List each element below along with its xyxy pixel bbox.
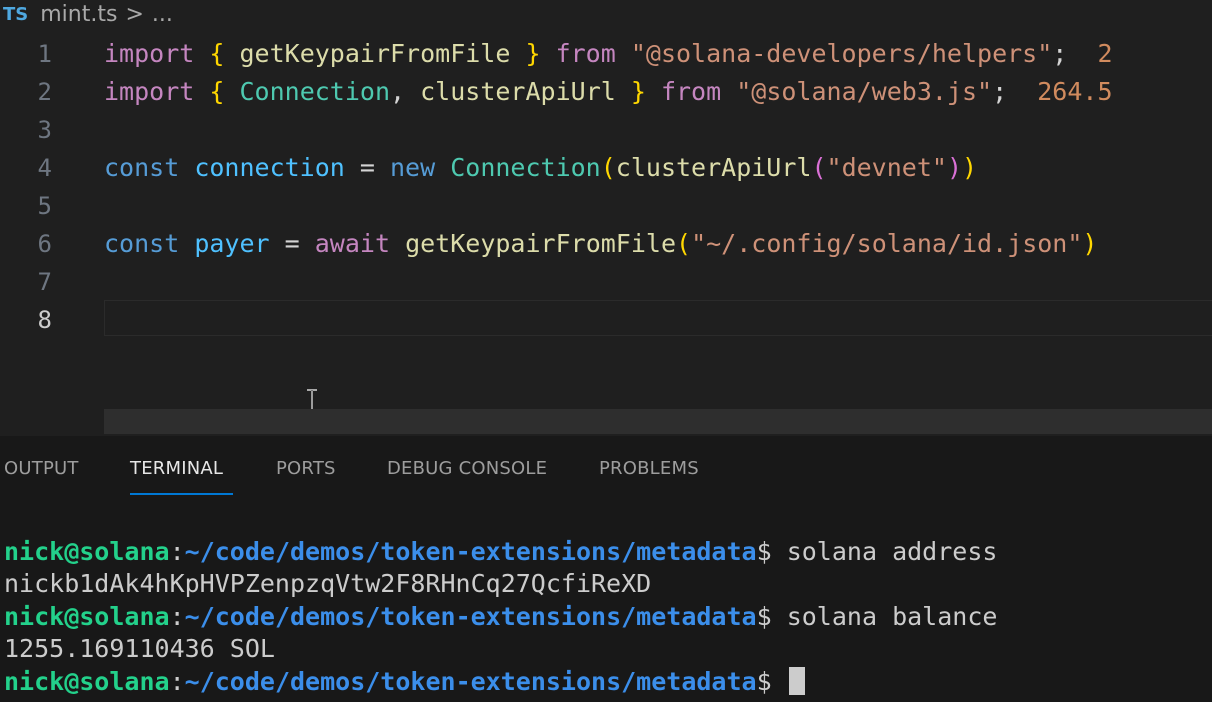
panel-tabs: OUTPUT TERMINAL PORTS DEBUG CONSOLE PROB…: [0, 436, 1212, 496]
terminal-command: solana address: [771, 537, 998, 566]
terminal-output-line: 1255.169110436 SOL: [4, 634, 275, 664]
code-token: "@solana/web3.js": [736, 77, 993, 106]
terminal-output[interactable]: nick@solana:~/code/demos/token-extension…: [4, 536, 997, 698]
code-token: new: [390, 153, 436, 182]
code-token: getKeypairFromFile: [405, 229, 677, 258]
code-token: ;: [1052, 39, 1068, 68]
line-number: 7: [37, 268, 52, 296]
code-token: {: [209, 39, 225, 68]
code-token: }: [525, 39, 541, 68]
code-token: =: [269, 229, 315, 258]
code-line[interactable]: 4 const connection = new Connection(clust…: [0, 149, 1212, 187]
bottom-panel: OUTPUT TERMINAL PORTS DEBUG CONSOLE PROB…: [0, 436, 1212, 702]
breadcrumb-file[interactable]: mint.ts: [40, 2, 117, 27]
tab-debug-console[interactable]: DEBUG CONSOLE: [387, 458, 547, 479]
code-token: ): [962, 153, 978, 182]
typescript-file-icon: TS: [3, 3, 29, 25]
terminal-output-line: nickb1dAk4hKpHVPZenpzqVtw2F8RHnCq27QcfiR…: [4, 569, 652, 599]
code-line[interactable]: 5: [0, 187, 1212, 225]
code-token: 264.5: [1007, 77, 1113, 106]
terminal-prompt[interactable]: nick@solana:~/code/demos/token-extension…: [4, 666, 997, 698]
terminal-line: nick@solana:~/code/demos/token-extension…: [4, 601, 998, 631]
terminal-cursor: [788, 666, 805, 695]
line-number: 2: [37, 78, 52, 106]
code-line[interactable]: 3: [0, 111, 1212, 149]
breadcrumb-symbols[interactable]: ...: [152, 2, 173, 27]
code-token: ,: [390, 77, 421, 106]
code-text[interactable]: const connection = new Connection(cluste…: [104, 149, 977, 187]
line-number: 1: [37, 40, 52, 68]
code-token: const: [104, 229, 180, 258]
code-token: 2: [1067, 39, 1113, 68]
line-number: 8: [37, 306, 52, 334]
code-token: clusterApiUrl: [420, 77, 631, 106]
horizontal-scrollbar[interactable]: [104, 409, 1212, 434]
code-line[interactable]: 7: [0, 263, 1212, 301]
code-token: import: [104, 77, 195, 106]
code-text[interactable]: import { Connection, clusterApiUrl } fro…: [104, 73, 1113, 111]
tab-ports[interactable]: PORTS: [276, 458, 336, 479]
line-number: 6: [37, 230, 52, 258]
code-line[interactable]: 2 import { Connection, clusterApiUrl } fr…: [0, 73, 1212, 111]
code-token: await: [314, 229, 391, 258]
editor-pane[interactable]: TS mint.ts > ... 1 import { getKeypairFro…: [0, 0, 1212, 436]
code-token: const: [104, 153, 180, 182]
tab-problems[interactable]: PROBLEMS: [599, 458, 699, 479]
code-token: Connection: [224, 77, 391, 106]
code-token: clusterApiUrl: [615, 153, 812, 182]
tab-output[interactable]: OUTPUT: [4, 458, 79, 479]
terminal-line: nick@solana:~/code/demos/token-extension…: [4, 537, 998, 566]
code-token: ;: [992, 77, 1008, 106]
code-text[interactable]: import { getKeypairFromFile } from "@sol…: [104, 35, 1113, 73]
code-token: getKeypairFromFile: [224, 39, 526, 68]
code-token: from: [645, 77, 737, 106]
tab-terminal[interactable]: TERMINAL: [130, 458, 223, 479]
code-text[interactable]: const payer = await getKeypairFromFile("…: [104, 225, 1097, 263]
code-token: ): [946, 153, 963, 182]
code-line[interactable]: 1 import { getKeypairFromFile } from "@so…: [0, 35, 1212, 73]
code-token: (: [600, 153, 616, 182]
code-token: (: [811, 153, 827, 182]
code-token: Connection: [450, 153, 601, 182]
code-token: (: [676, 229, 692, 258]
active-tab-indicator: [130, 493, 233, 495]
code-token: }: [630, 77, 646, 106]
chevron-right-icon: >: [125, 1, 144, 27]
terminal-command: solana balance: [771, 601, 998, 631]
code-token: import: [104, 39, 195, 68]
code-token: from: [540, 39, 631, 68]
breadcrumb[interactable]: TS mint.ts > ...: [0, 0, 1212, 28]
code-token: "devnet": [826, 153, 947, 182]
code-token: payer: [194, 229, 270, 258]
line-number: 3: [37, 116, 52, 144]
code-line[interactable]: 8: [0, 301, 1212, 339]
code-token: "~/.config/solana/id.json": [691, 229, 1083, 258]
code-line[interactable]: 6 const payer = await getKeypairFromFile(…: [0, 225, 1212, 263]
code-token: connection: [194, 153, 345, 182]
code-token: =: [344, 153, 390, 182]
code-token: "@solana-developers/helpers": [630, 39, 1053, 68]
code-token: ): [1082, 229, 1098, 258]
code-token: {: [209, 77, 225, 106]
line-number: 4: [37, 154, 52, 182]
line-number: 5: [37, 192, 52, 220]
